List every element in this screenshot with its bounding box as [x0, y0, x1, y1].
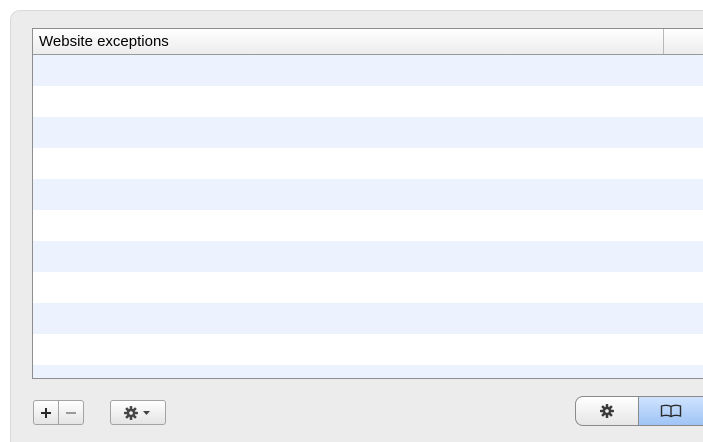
minus-icon — [65, 407, 77, 419]
view-switcher — [575, 396, 703, 426]
remove-button[interactable] — [58, 400, 84, 425]
table-row[interactable] — [33, 86, 703, 117]
column-header-website-exceptions[interactable]: Website exceptions — [39, 33, 169, 50]
table-row[interactable] — [33, 365, 703, 378]
table-row[interactable] — [33, 117, 703, 148]
table-rows — [33, 55, 703, 378]
table-header: Website exceptions — [33, 29, 703, 55]
general-view-segment[interactable] — [576, 397, 639, 425]
table-row[interactable] — [33, 55, 703, 86]
table-row[interactable] — [33, 334, 703, 365]
table-row[interactable] — [33, 148, 703, 179]
action-menu-button[interactable] — [110, 400, 166, 425]
add-button[interactable] — [33, 400, 59, 425]
gear-menu-icon — [123, 405, 153, 420]
table-row[interactable] — [33, 210, 703, 241]
table-row[interactable] — [33, 303, 703, 334]
bookmarks-view-segment[interactable] — [639, 397, 703, 425]
gear-icon — [599, 403, 615, 419]
plus-icon — [40, 407, 52, 419]
column-divider — [663, 29, 664, 54]
table-row[interactable] — [33, 179, 703, 210]
website-exceptions-table[interactable]: Website exceptions — [32, 28, 703, 379]
table-row[interactable] — [33, 241, 703, 272]
table-row[interactable] — [33, 272, 703, 303]
book-icon — [660, 404, 682, 418]
